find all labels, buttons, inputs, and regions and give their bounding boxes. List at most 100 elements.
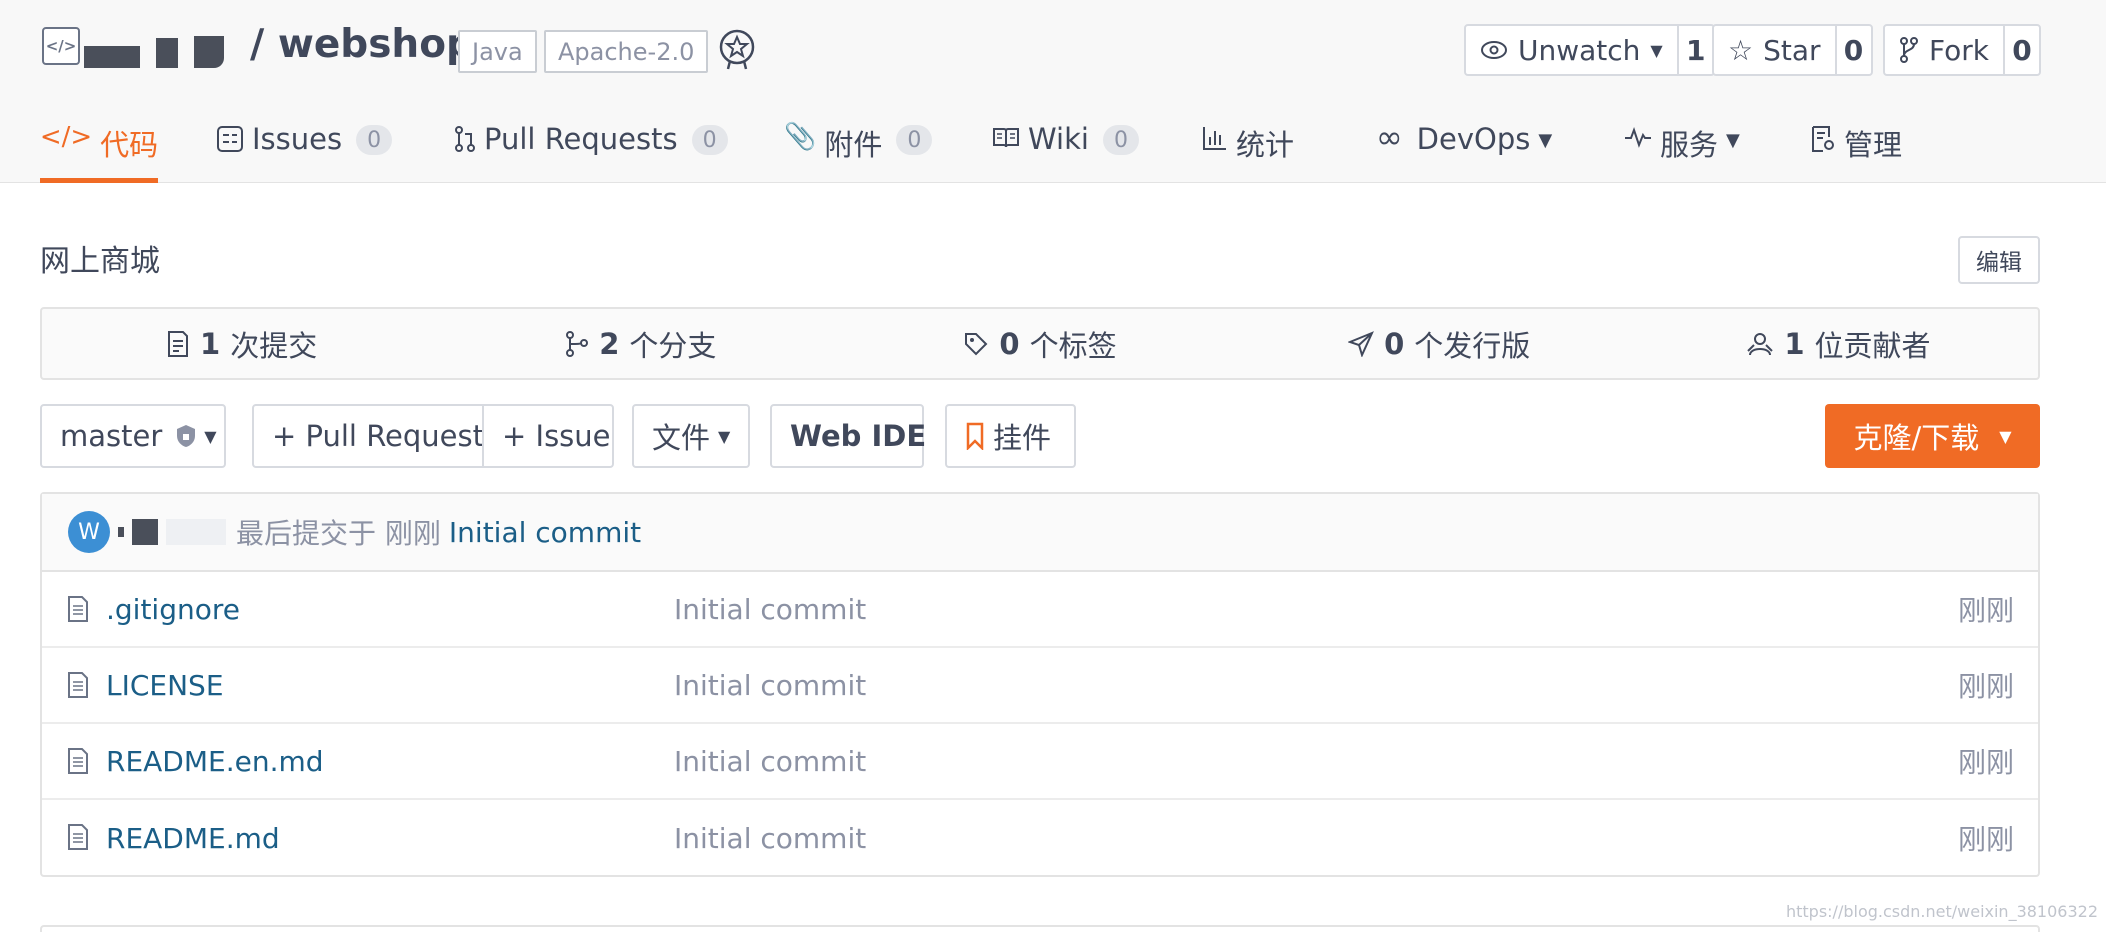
commits-stat[interactable]: 1 次提交 xyxy=(42,309,441,378)
tab-services-label: 服务 xyxy=(1660,128,1719,162)
widget-button-inner: 挂件 xyxy=(947,406,1069,466)
file-row[interactable]: LICENSE Initial commit 刚刚 xyxy=(42,648,2038,724)
fork-button-group[interactable]: Fork 0 xyxy=(1883,24,2041,76)
tab-manage[interactable]: 管理 xyxy=(1810,110,1902,183)
watermark: https://blog.csdn.net/weixin_38106322 xyxy=(1785,902,2098,921)
file-commit-message[interactable]: Initial commit xyxy=(674,593,866,626)
fork-count[interactable]: 0 xyxy=(2002,26,2039,74)
license-tag[interactable]: Apache-2.0 xyxy=(544,30,709,73)
paperclip-icon: 📎 xyxy=(784,122,817,152)
file-row[interactable]: README.md Initial commit 刚刚 xyxy=(42,800,2038,876)
settings-doc-icon xyxy=(1812,126,1834,152)
widget-label: 挂件 xyxy=(993,421,1052,455)
chevron-down-icon: ▼ xyxy=(1538,130,1553,151)
eye-icon xyxy=(1481,41,1507,59)
file-icon xyxy=(68,672,88,698)
latest-commit-message[interactable]: Initial commit xyxy=(449,516,641,549)
infinity-icon: ∞ xyxy=(1376,118,1403,156)
tab-statistics[interactable]: 统计 xyxy=(1202,110,1294,183)
tab-wiki[interactable]: Wiki 0 xyxy=(992,110,1139,183)
star-count[interactable]: 0 xyxy=(1834,26,1871,74)
branches-label: 个分支 xyxy=(629,328,717,363)
file-list: W 最后提交于 刚刚 Initial commit .gitignore Ini… xyxy=(40,492,2040,877)
star-button-group[interactable]: ☆ Star 0 xyxy=(1712,24,1873,76)
chevron-down-icon: ▼ xyxy=(204,426,217,446)
fork-icon xyxy=(1900,37,1918,63)
branches-stat[interactable]: 2 个分支 xyxy=(441,309,840,378)
file-icon xyxy=(68,596,88,622)
file-dropdown-label: 文件 xyxy=(652,421,711,455)
avatar[interactable]: W xyxy=(68,511,110,553)
releases-stat[interactable]: 0 个发行版 xyxy=(1240,309,1639,378)
web-ide-button[interactable]: Web IDE xyxy=(770,404,926,468)
file-name[interactable]: LICENSE xyxy=(106,669,224,702)
branch-icon xyxy=(566,330,589,357)
repo-header: </> / webshop Java Apache-2.0 Unwatch ▼ … xyxy=(0,0,2106,183)
tab-wiki-label: Wiki xyxy=(1028,122,1089,156)
tab-issues[interactable]: Issues 0 xyxy=(216,110,393,183)
file-commit-message[interactable]: Initial commit xyxy=(674,669,866,702)
tags-count: 0 xyxy=(999,326,1020,361)
star-icon: ☆ xyxy=(1728,33,1754,67)
contributors-count: 1 xyxy=(1784,326,1805,361)
tab-pull-requests[interactable]: Pull Requests 0 xyxy=(454,110,728,183)
repo-stats-bar: 1 次提交 2 个分支 0 个标签 0 个发行版 1 位贡献者 xyxy=(40,307,2040,380)
file-name[interactable]: .gitignore xyxy=(106,593,240,626)
award-badge-icon[interactable] xyxy=(718,28,756,70)
widget-button[interactable]: 挂件 xyxy=(945,404,1076,468)
branch-selector-inner: master ▼ xyxy=(42,406,235,466)
file-dropdown-inner: 文件 ▼ xyxy=(634,406,748,466)
tab-services[interactable]: 服务 ▼ xyxy=(1624,110,1740,183)
tab-code[interactable]: </> 代码 xyxy=(40,110,158,183)
file-time: 刚刚 xyxy=(1957,670,2014,703)
branch-selector[interactable]: master ▼ xyxy=(40,404,226,468)
tab-manage-label: 管理 xyxy=(1844,128,1903,162)
contributors-stat[interactable]: 1 位贡献者 xyxy=(1639,309,2038,378)
create-button-group: + Pull Request + Issue xyxy=(252,404,614,468)
file-row[interactable]: .gitignore Initial commit 刚刚 xyxy=(42,572,2038,648)
tags-stat[interactable]: 0 个标签 xyxy=(840,309,1239,378)
repo-name[interactable]: / webshop xyxy=(250,22,474,67)
chevron-down-icon: ▼ xyxy=(1726,130,1740,151)
owner-name-redacted[interactable] xyxy=(84,34,224,68)
tab-pull-requests-label: Pull Requests xyxy=(484,122,678,156)
author-name-redacted[interactable] xyxy=(118,519,226,545)
star-label: Star xyxy=(1763,33,1821,67)
watch-count[interactable]: 1 xyxy=(1676,26,1713,74)
file-icon xyxy=(68,748,88,774)
tab-attachments[interactable]: 📎 附件 0 xyxy=(784,110,933,183)
bar-chart-icon xyxy=(1203,127,1226,150)
file-icon xyxy=(68,824,88,850)
language-tag[interactable]: Java xyxy=(458,30,537,73)
file-time: 刚刚 xyxy=(1957,823,2014,856)
branches-count: 2 xyxy=(599,326,620,361)
clone-download-label: 克隆/下载 xyxy=(1853,421,1980,455)
branch-name: master xyxy=(60,419,163,453)
contributors-label: 位贡献者 xyxy=(1814,328,1931,363)
file-time: 刚刚 xyxy=(1957,746,2014,779)
issues-icon xyxy=(217,126,243,152)
bookmark-icon xyxy=(966,422,984,450)
issues-count-badge: 0 xyxy=(356,125,393,155)
file-dropdown[interactable]: 文件 ▼ xyxy=(632,404,750,468)
file-name[interactable]: README.md xyxy=(106,822,280,855)
file-commit-message[interactable]: Initial commit xyxy=(674,822,866,855)
file-row[interactable]: README.en.md Initial commit 刚刚 xyxy=(42,724,2038,800)
unwatch-button-group[interactable]: Unwatch ▼ 1 xyxy=(1464,24,1715,76)
new-issue-button[interactable]: + Issue xyxy=(482,406,629,466)
new-pull-request-button[interactable]: + Pull Request xyxy=(254,406,484,466)
star-button[interactable]: ☆ Star xyxy=(1714,26,1835,74)
file-commit-message[interactable]: Initial commit xyxy=(674,745,866,778)
web-ide-label: Web IDE xyxy=(790,419,927,453)
pull-requests-count-badge: 0 xyxy=(691,125,728,155)
edit-description-button[interactable]: 编辑 xyxy=(1958,236,2040,284)
fork-button[interactable]: Fork xyxy=(1885,26,2003,74)
file-time: 刚刚 xyxy=(1957,594,2014,627)
pull-request-icon xyxy=(455,126,475,152)
releases-count: 0 xyxy=(1384,326,1405,361)
code-icon: </> xyxy=(39,122,93,152)
unwatch-button[interactable]: Unwatch ▼ xyxy=(1466,26,1677,74)
tab-devops[interactable]: ∞ DevOps ▼ xyxy=(1376,110,1552,183)
file-name[interactable]: README.en.md xyxy=(106,745,324,778)
clone-download-button[interactable]: 克隆/下载 ▼ xyxy=(1825,404,2040,468)
